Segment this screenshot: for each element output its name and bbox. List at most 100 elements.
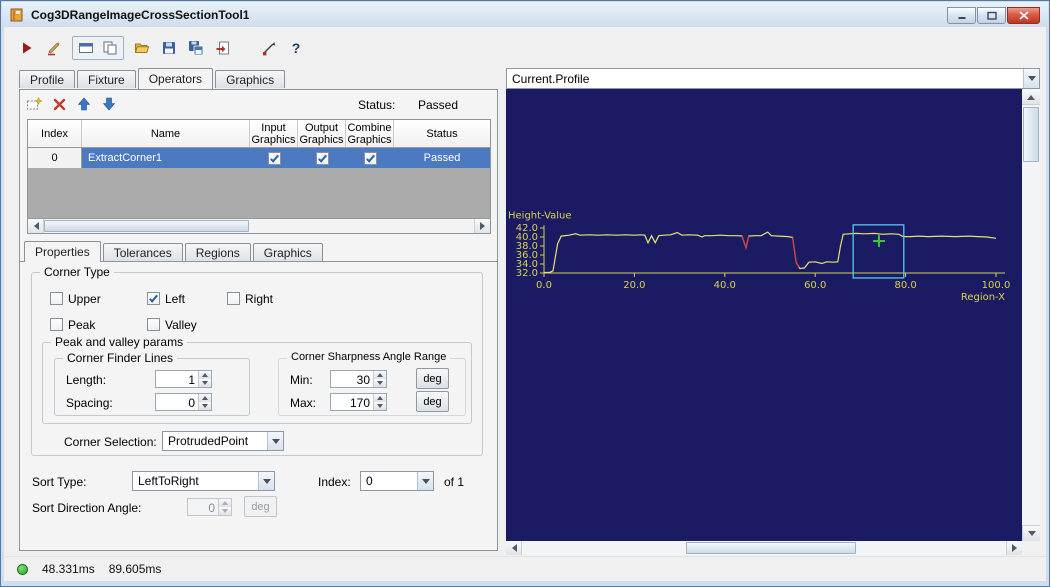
scroll-thumb[interactable] xyxy=(1023,107,1039,162)
sort-type-combo[interactable]: LeftToRight xyxy=(132,471,275,491)
length-value[interactable]: 1 xyxy=(156,371,198,387)
min-spinner[interactable] xyxy=(373,371,386,387)
chevron-down-icon[interactable] xyxy=(417,472,433,490)
status-bar: 48.331ms 89.605ms xyxy=(4,556,1046,581)
length-spinner[interactable] xyxy=(198,371,211,387)
sort-type-value: LeftToRight xyxy=(133,474,258,488)
save-button[interactable] xyxy=(157,37,181,59)
checkbox-box xyxy=(50,292,63,305)
col-index[interactable]: Index xyxy=(28,120,82,147)
max-input[interactable]: 170 xyxy=(330,393,387,411)
tab-tolerances[interactable]: Tolerances xyxy=(103,243,183,261)
display-selector-combo[interactable]: Current.Profile xyxy=(506,68,1040,89)
svg-text:20.0: 20.0 xyxy=(623,280,645,291)
table-header: Index Name Input Graphics Output Graphic… xyxy=(28,120,490,148)
main-tabstrip: Profile Fixture Operators Graphics xyxy=(19,68,287,89)
checkbox-left[interactable]: Left xyxy=(147,291,185,306)
toolbar-group xyxy=(72,36,124,60)
output-graphics-checkbox[interactable] xyxy=(316,152,329,165)
max-deg-button[interactable]: deg xyxy=(416,391,449,412)
chevron-down-icon[interactable] xyxy=(267,432,283,450)
save-results-button[interactable] xyxy=(184,37,208,59)
tab-regions[interactable]: Regions xyxy=(185,243,251,261)
spacing-input[interactable]: 0 xyxy=(155,393,212,411)
scroll-thumb[interactable] xyxy=(44,220,249,232)
min-deg-button[interactable]: deg xyxy=(416,368,449,389)
profile-plot[interactable]: 42.040.038.036.034.032.00.020.040.060.08… xyxy=(506,89,1022,541)
col-output-graphics[interactable]: Output Graphics xyxy=(298,120,346,147)
chevron-down-icon[interactable] xyxy=(1023,69,1039,88)
checkbox-label: Left xyxy=(165,292,185,306)
display-hscrollbar[interactable] xyxy=(506,541,1022,555)
checkbox-peak[interactable]: Peak xyxy=(50,317,95,332)
checkbox-upper[interactable]: Upper xyxy=(50,291,101,306)
delete-operator-button[interactable] xyxy=(50,95,68,113)
row-status-cell[interactable]: Passed xyxy=(394,148,490,168)
length-input[interactable]: 1 xyxy=(155,370,212,388)
edit-button[interactable] xyxy=(42,37,66,59)
min-value[interactable]: 30 xyxy=(331,371,373,387)
col-name[interactable]: Name xyxy=(82,120,250,147)
tab-operators[interactable]: Operators xyxy=(138,68,213,89)
tab-fixture[interactable]: Fixture xyxy=(77,70,136,88)
minimize-button[interactable] xyxy=(947,7,976,24)
scroll-right-icon[interactable] xyxy=(474,219,490,233)
scroll-down-icon[interactable] xyxy=(1022,525,1040,541)
index-combo[interactable]: 0 xyxy=(360,471,434,491)
scroll-right-icon[interactable] xyxy=(1006,541,1022,555)
table-row[interactable]: 0 ExtractCorner1 Passed xyxy=(28,148,490,168)
svg-text:Height-Value: Height-Value xyxy=(508,210,572,221)
sort-type-label: Sort Type: xyxy=(32,475,86,489)
total-time: 89.605ms xyxy=(109,562,162,576)
checkbox-right[interactable]: Right xyxy=(227,291,273,306)
main-toolbar: ? xyxy=(15,35,308,61)
scroll-thumb[interactable] xyxy=(686,542,856,554)
checkbox-box xyxy=(147,318,160,331)
tab-profile[interactable]: Profile xyxy=(19,70,75,88)
scroll-left-icon[interactable] xyxy=(28,219,44,233)
copy-button[interactable] xyxy=(98,37,122,59)
add-operator-button[interactable] xyxy=(25,95,43,113)
move-up-button[interactable] xyxy=(75,95,93,113)
table-hscrollbar[interactable] xyxy=(28,218,490,233)
col-input-graphics[interactable]: Input Graphics xyxy=(250,120,298,147)
spacing-spinner[interactable] xyxy=(198,394,211,410)
arrow-down-icon xyxy=(101,96,117,112)
scroll-left-icon[interactable] xyxy=(506,541,522,555)
run-button[interactable] xyxy=(15,37,39,59)
move-down-button[interactable] xyxy=(100,95,118,113)
maximize-button[interactable] xyxy=(977,7,1006,24)
chevron-down-icon[interactable] xyxy=(258,472,274,490)
help-button[interactable]: ? xyxy=(284,37,308,59)
tab-properties[interactable]: Properties xyxy=(24,241,101,262)
spacing-value[interactable]: 0 xyxy=(156,394,198,410)
probe-button[interactable] xyxy=(257,37,281,59)
row-name-cell[interactable]: ExtractCorner1 xyxy=(82,148,250,168)
tab-graphics-sub[interactable]: Graphics xyxy=(253,243,323,261)
checkbox-valley[interactable]: Valley xyxy=(147,317,197,332)
window-title: Cog3DRangeImageCrossSectionTool1 xyxy=(31,8,249,22)
input-graphics-checkbox[interactable] xyxy=(268,152,281,165)
col-status[interactable]: Status xyxy=(394,120,490,147)
import-button[interactable] xyxy=(211,37,235,59)
combine-graphics-checkbox[interactable] xyxy=(364,152,377,165)
spacing-label: Spacing: xyxy=(66,396,113,410)
svg-text:0.0: 0.0 xyxy=(536,280,552,291)
max-value[interactable]: 170 xyxy=(331,394,373,410)
results-window-button[interactable] xyxy=(74,37,98,59)
close-button[interactable] xyxy=(1007,7,1040,24)
display-selector-value: Current.Profile xyxy=(507,72,1023,86)
corner-selection-combo[interactable]: ProtrudedPoint xyxy=(162,431,284,451)
max-spinner[interactable] xyxy=(373,394,386,410)
pencil-icon xyxy=(46,40,62,56)
titlebar[interactable]: Cog3DRangeImageCrossSectionTool1 xyxy=(2,2,1048,28)
profile-plot-canvas[interactable]: 42.040.038.036.034.032.00.020.040.060.08… xyxy=(506,89,1022,541)
help-icon: ? xyxy=(288,40,304,56)
scroll-up-icon[interactable] xyxy=(1022,89,1040,105)
min-input[interactable]: 30 xyxy=(330,370,387,388)
col-combine-graphics[interactable]: Combine Graphics xyxy=(346,120,394,147)
tab-graphics[interactable]: Graphics xyxy=(215,70,285,88)
open-button[interactable] xyxy=(130,37,154,59)
row-index-cell[interactable]: 0 xyxy=(28,148,82,168)
display-vscrollbar[interactable] xyxy=(1022,89,1040,541)
